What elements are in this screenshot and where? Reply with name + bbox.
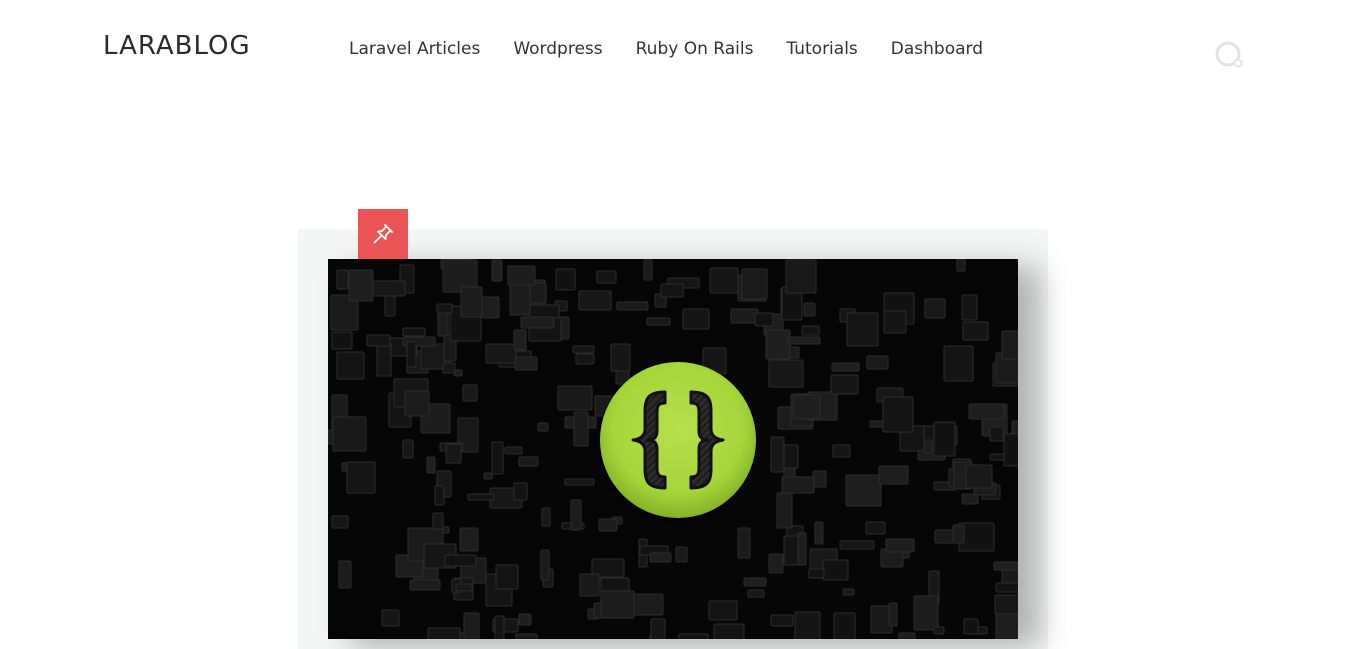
sticky-post-badge xyxy=(358,209,408,259)
nav-item-dashboard[interactable]: Dashboard xyxy=(891,38,983,60)
nav-item-tutorials[interactable]: Tutorials xyxy=(786,38,857,60)
search-button[interactable] xyxy=(1214,40,1246,70)
curly-braces-logo-image xyxy=(328,259,1018,639)
nav-item-wordpress[interactable]: Wordpress xyxy=(513,38,602,60)
pushpin-icon xyxy=(373,224,393,244)
nav-item-ruby-on-rails[interactable]: Ruby On Rails xyxy=(636,38,754,60)
site-logo[interactable]: LARABLOG xyxy=(103,30,251,62)
search-icon xyxy=(1215,41,1243,68)
site-header: LARABLOG Laravel Articles Wordpress Ruby… xyxy=(0,0,1347,100)
main-nav: Laravel Articles Wordpress Ruby On Rails… xyxy=(349,38,1016,60)
nav-item-laravel-articles[interactable]: Laravel Articles xyxy=(349,38,480,60)
post-featured-image[interactable] xyxy=(328,259,1018,639)
curly-braces-logo xyxy=(598,362,758,522)
